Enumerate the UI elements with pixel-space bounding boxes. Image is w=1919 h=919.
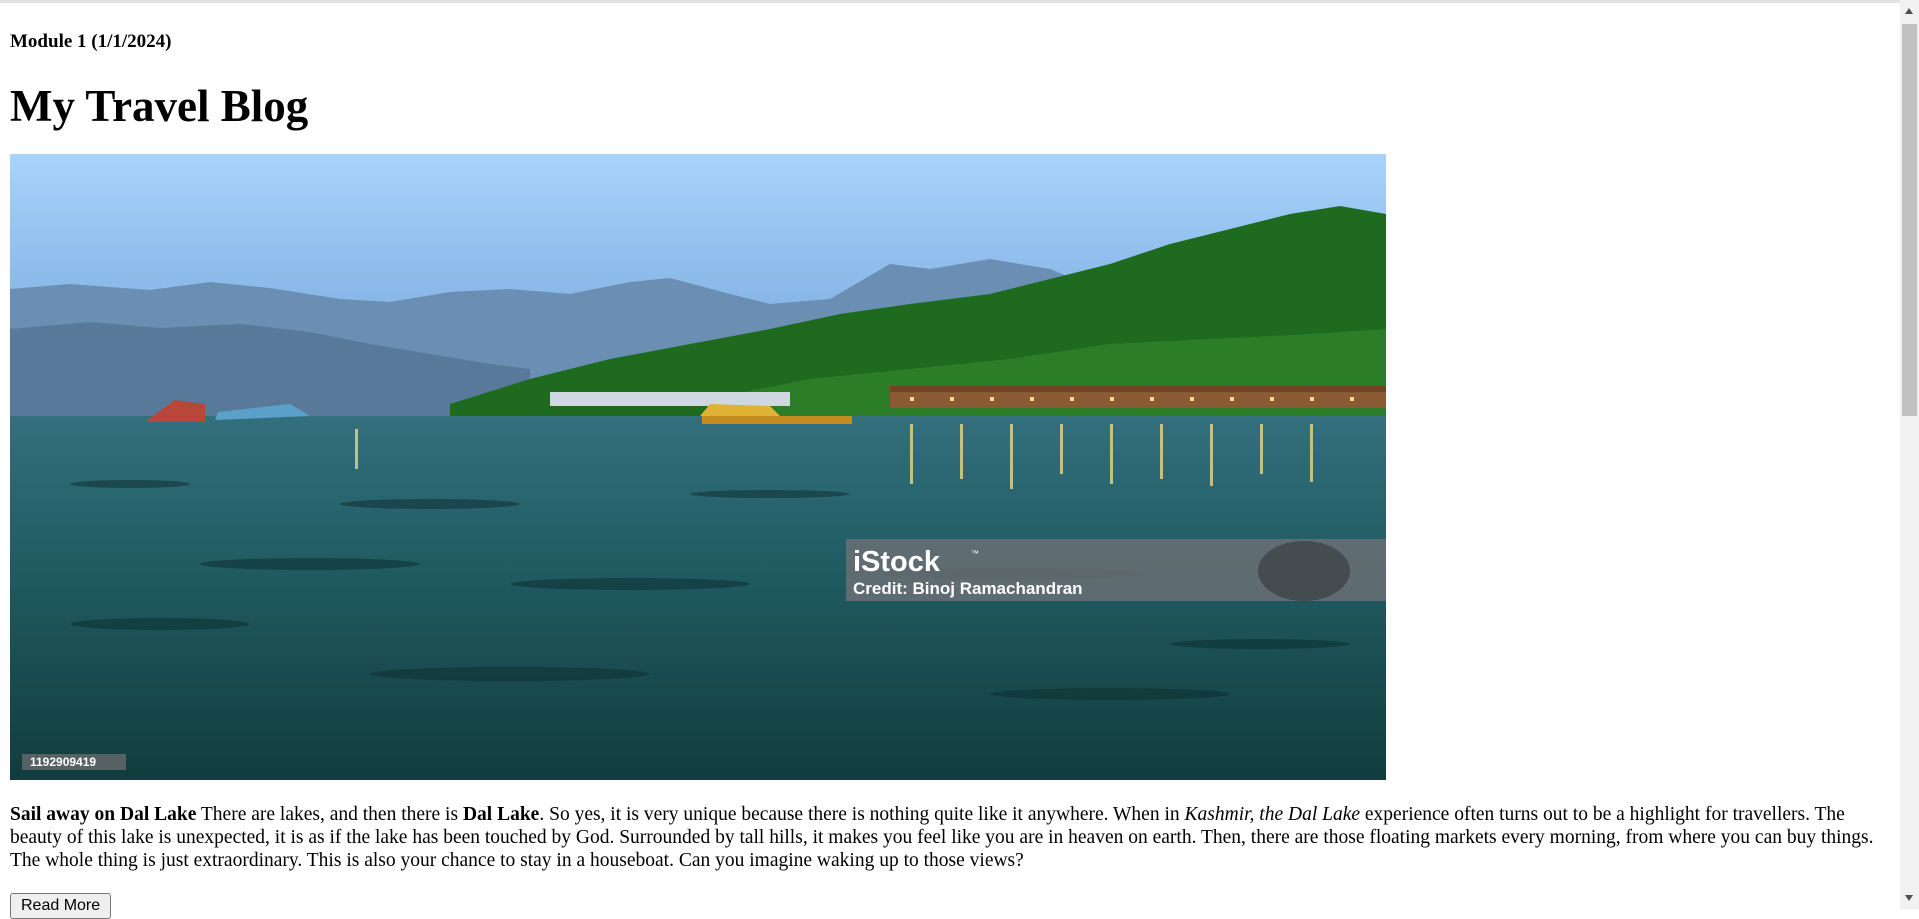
watermark-trademark: ™	[971, 549, 979, 558]
article-paragraph: Sail away on Dal Lake There are lakes, a…	[10, 803, 1880, 872]
dal-lake-photo: iStock ™ Credit: Binoj Ramachandran 1192…	[10, 154, 1386, 780]
top-border	[0, 0, 1900, 3]
vertical-scrollbar[interactable]	[1900, 0, 1919, 909]
scrollbar-thumb[interactable]	[1902, 24, 1917, 416]
read-more-button[interactable]: Read More	[10, 893, 112, 919]
watermark-brand: iStock	[853, 546, 941, 578]
page-title: My Travel Blog	[10, 81, 309, 131]
watermark-credit: Credit: Binoj Ramachandran	[853, 579, 1083, 598]
article-bold-dal-lake: Dal Lake	[462, 804, 540, 825]
article-lead: Sail away on Dal Lake	[10, 804, 197, 825]
scroll-down-arrow-icon[interactable]	[1905, 895, 1913, 901]
article-text-2: . So yes, it is very unique because ther…	[539, 804, 1185, 825]
scroll-up-arrow-icon[interactable]	[1905, 8, 1913, 14]
article-italic-kashmir: Kashmir, the Dal Lake	[1184, 804, 1361, 825]
image-id: 1192909419	[30, 755, 96, 769]
article-text-1: There are lakes, and then there is	[196, 804, 463, 825]
module-label: Module 1 (1/1/2024)	[10, 31, 172, 52]
